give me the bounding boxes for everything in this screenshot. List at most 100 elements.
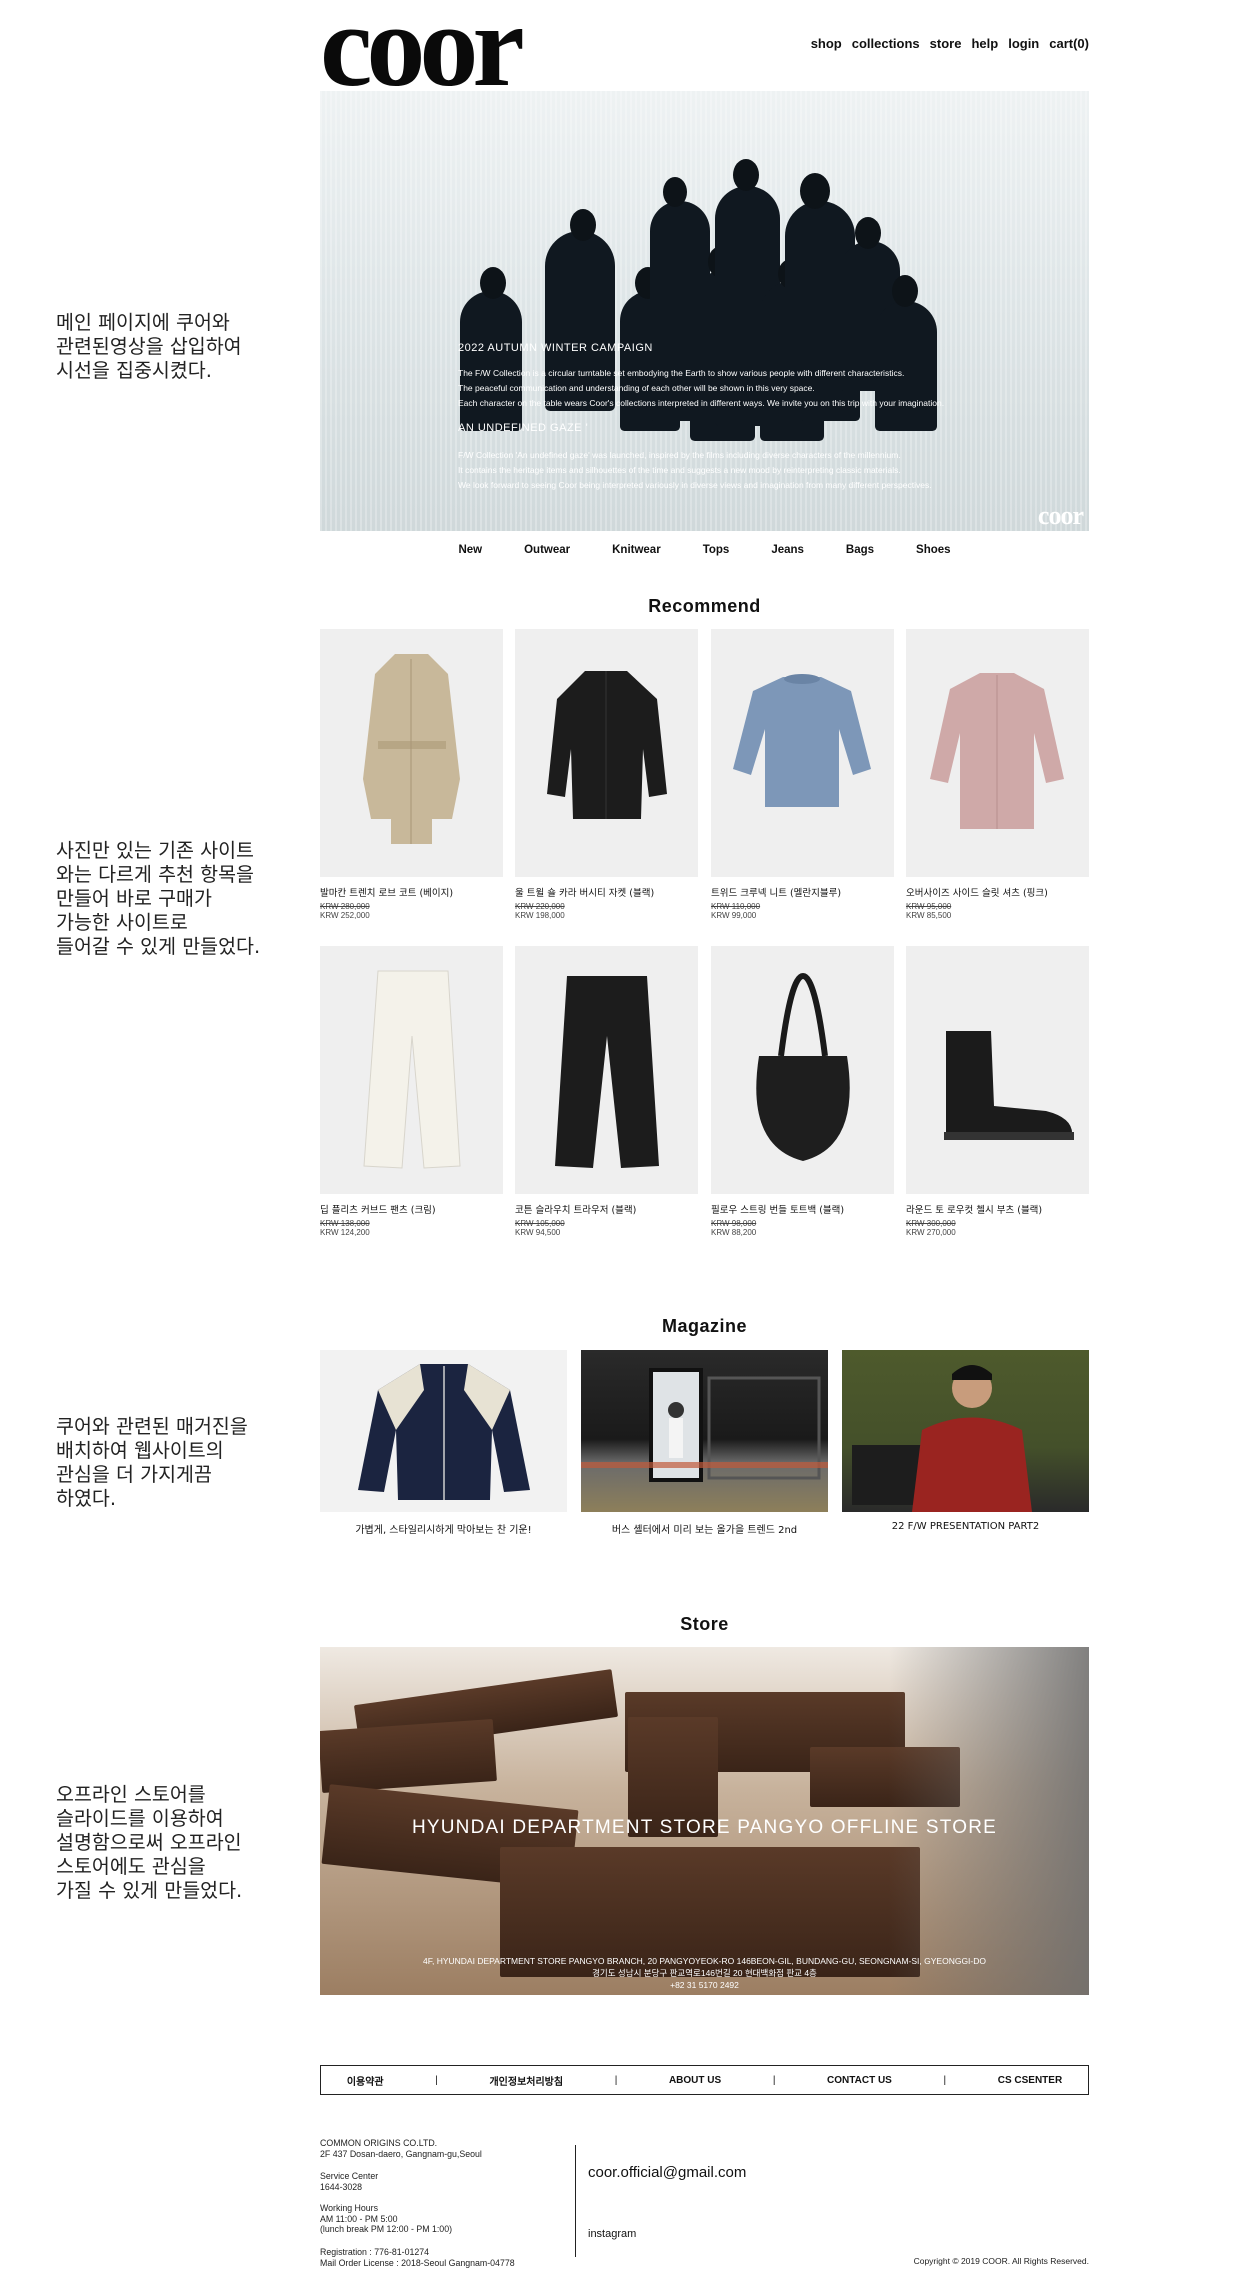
sweater-icon bbox=[733, 674, 871, 807]
product-card[interactable]: 오버사이즈 사이드 슬릿 셔츠 (핑크) KRW 95,000 KRW 85,5… bbox=[906, 629, 1089, 920]
presentation-model-icon bbox=[852, 1365, 1032, 1512]
category-new[interactable]: New bbox=[458, 544, 482, 556]
side-note-magazine: 쿠어와 관련된 매거진을 배치하여 웹사이트의 관심을 더 가지게끔 하였다. bbox=[56, 1415, 248, 1510]
product-original-price: KRW 220,000 bbox=[515, 902, 565, 911]
campaign-line: The F/W Collection is a circular turntab… bbox=[458, 368, 905, 378]
store-slide[interactable]: HYUNDAI DEPARTMENT STORE PANGYO OFFLINE … bbox=[320, 1647, 1089, 1995]
product-card[interactable]: 울 트윌 숄 카라 버시티 자켓 (블랙) KRW 220,000 KRW 19… bbox=[515, 629, 698, 920]
category-nav: New Outwear Knitwear Tops Jeans Bags Sho… bbox=[320, 544, 1089, 556]
hero-campaign-text: 2022 AUTUMN WINTER CAMPAIGN The F/W Coll… bbox=[458, 341, 944, 493]
product-card[interactable]: 트위드 크루넥 니트 (멜란지블루) KRW 110,000 KRW 99,00… bbox=[711, 629, 894, 920]
hours-value: AM 11:00 - PM 5:00 bbox=[320, 2213, 398, 2224]
nav-store[interactable]: store bbox=[930, 36, 962, 51]
footer-link-terms[interactable]: 이용약관 bbox=[347, 2073, 384, 2088]
product-image[interactable] bbox=[515, 946, 698, 1194]
boots-icon bbox=[944, 1031, 1074, 1140]
product-sale-price: KRW 124,200 bbox=[320, 1228, 370, 1237]
product-card[interactable]: 딥 플리츠 커브드 팬츠 (크림) KRW 138,000 KRW 124,20… bbox=[320, 946, 503, 1237]
product-sale-price: KRW 94,500 bbox=[515, 1228, 561, 1237]
magazine-image[interactable] bbox=[581, 1350, 828, 1512]
footer-separator: | bbox=[614, 2074, 618, 2086]
tote-bag-icon bbox=[756, 972, 850, 1161]
hero-campaign-video[interactable]: 2022 AUTUMN WINTER CAMPAIGN The F/W Coll… bbox=[320, 91, 1089, 531]
product-name[interactable]: 발마칸 트렌치 로브 코트 (베이지) bbox=[320, 885, 503, 899]
product-card[interactable]: 필로우 스트링 번들 토트백 (블랙) KRW 98,000 KRW 88,20… bbox=[711, 946, 894, 1237]
footer-copyright: Copyright © 2019 COOR. All Rights Reserv… bbox=[913, 2256, 1089, 2266]
magazine-image[interactable] bbox=[842, 1350, 1089, 1512]
product-original-price: KRW 300,000 bbox=[906, 1219, 956, 1228]
footer-service: Service Center 1644-3028 bbox=[320, 2171, 378, 2192]
product-card[interactable]: 발마칸 트렌치 로브 코트 (베이지) KRW 280,000 KRW 252,… bbox=[320, 629, 503, 920]
store-address: 4F, HYUNDAI DEPARTMENT STORE PANGYO BRAN… bbox=[320, 1955, 1089, 1991]
product-card[interactable]: 코튼 슬라우치 트라우저 (블랙) KRW 105,000 KRW 94,500 bbox=[515, 946, 698, 1237]
nav-cart[interactable]: cart(0) bbox=[1049, 36, 1089, 51]
footer-link-cs[interactable]: CS CSENTER bbox=[998, 2075, 1062, 2086]
nav-login[interactable]: login bbox=[1008, 36, 1039, 51]
company-name: COMMON ORIGINS CO.LTD. bbox=[320, 2138, 438, 2148]
magazine-caption[interactable]: 가볍게, 스타일리시하게 막아보는 찬 기운! bbox=[320, 1521, 567, 1536]
footer-divider bbox=[575, 2145, 576, 2257]
side-note-recommend: 사진만 있는 기존 사이트 와는 다르게 추천 항목을 만들어 바로 구매가 가… bbox=[56, 839, 261, 958]
product-name[interactable]: 오버사이즈 사이드 슬릿 셔츠 (핑크) bbox=[906, 885, 1089, 899]
category-bags[interactable]: Bags bbox=[846, 544, 874, 556]
bus-shelter-icon bbox=[581, 1368, 828, 1482]
recommend-title: Recommend bbox=[648, 596, 761, 616]
footer-instagram-link[interactable]: instagram bbox=[588, 2228, 636, 2240]
footer-separator: | bbox=[772, 2074, 776, 2086]
product-image[interactable] bbox=[906, 629, 1089, 877]
service-label: Service Center bbox=[320, 2171, 379, 2181]
product-sale-price: KRW 252,000 bbox=[320, 911, 370, 920]
product-original-price: KRW 98,000 bbox=[711, 1219, 757, 1228]
registration: Registration : 776-81-01274 bbox=[320, 2247, 430, 2257]
product-sale-price: KRW 99,000 bbox=[711, 911, 757, 920]
footer-separator: | bbox=[943, 2074, 947, 2086]
campaign-subtitle: AN UNDEFINED GAZE ' bbox=[458, 422, 589, 434]
footer-link-about[interactable]: ABOUT US bbox=[669, 2075, 721, 2086]
footer-link-contact[interactable]: CONTACT US bbox=[827, 2075, 892, 2086]
hours-label: Working Hours bbox=[320, 2203, 379, 2213]
magazine-card[interactable]: 22 F/W PRESENTATION PART2 bbox=[842, 1350, 1089, 1532]
product-sale-price: KRW 270,000 bbox=[906, 1228, 956, 1237]
footer-email[interactable]: coor.official@gmail.com bbox=[588, 2164, 746, 2181]
product-sale-price: KRW 198,000 bbox=[515, 911, 565, 920]
category-knitwear[interactable]: Knitwear bbox=[612, 544, 661, 556]
footer-link-privacy[interactable]: 개인정보처리방침 bbox=[489, 2073, 563, 2088]
magazine-card[interactable]: 버스 셸터에서 미리 보는 올가을 트렌드 2nd bbox=[581, 1350, 828, 1536]
wood-block bbox=[320, 1718, 497, 1794]
magazine-caption[interactable]: 버스 셸터에서 미리 보는 올가을 트렌드 2nd bbox=[581, 1521, 828, 1536]
nav-collections[interactable]: collections bbox=[852, 36, 920, 51]
store-address-en: 4F, HYUNDAI DEPARTMENT STORE PANGYO BRAN… bbox=[423, 1956, 986, 1966]
category-jeans[interactable]: Jeans bbox=[771, 544, 804, 556]
coor-logo[interactable]: coor bbox=[320, 0, 525, 105]
campaign-line: F/W Collection 'An undefined gaze' was l… bbox=[458, 450, 901, 460]
product-name[interactable]: 딥 플리츠 커브드 팬츠 (크림) bbox=[320, 1202, 503, 1216]
category-tops[interactable]: Tops bbox=[703, 544, 730, 556]
product-name[interactable]: 트위드 크루넥 니트 (멜란지블루) bbox=[711, 885, 894, 899]
product-image[interactable] bbox=[906, 946, 1089, 1194]
category-outwear[interactable]: Outwear bbox=[524, 544, 570, 556]
product-name[interactable]: 필로우 스트링 번들 토트백 (블랙) bbox=[711, 1202, 894, 1216]
nav-help[interactable]: help bbox=[971, 36, 998, 51]
product-original-price: KRW 110,000 bbox=[711, 902, 761, 911]
product-image[interactable] bbox=[711, 629, 894, 877]
magazine-caption[interactable]: 22 F/W PRESENTATION PART2 bbox=[842, 1521, 1089, 1532]
magazine-image[interactable] bbox=[320, 1350, 567, 1512]
product-name[interactable]: 코튼 슬라우치 트라우저 (블랙) bbox=[515, 1202, 698, 1216]
store-name: HYUNDAI DEPARTMENT STORE PANGYO OFFLINE … bbox=[411, 1817, 998, 1838]
product-image[interactable] bbox=[711, 946, 894, 1194]
trousers-icon bbox=[555, 976, 659, 1168]
product-image[interactable] bbox=[515, 629, 698, 877]
product-name[interactable]: 울 트윌 숄 카라 버시티 자켓 (블랙) bbox=[515, 885, 698, 899]
product-name[interactable]: 라운드 토 로우컷 첼시 부츠 (블랙) bbox=[906, 1202, 1089, 1216]
pants-icon bbox=[363, 970, 461, 1169]
product-image[interactable] bbox=[320, 946, 503, 1194]
footer-registration: Registration : 776-81-01274 Mail Order L… bbox=[320, 2247, 515, 2268]
product-original-price: KRW 280,000 bbox=[320, 902, 370, 911]
magazine-title: Magazine bbox=[661, 1316, 748, 1336]
nav-shop[interactable]: shop bbox=[811, 36, 842, 51]
magazine-card[interactable]: 가볍게, 스타일리시하게 막아보는 찬 기운! bbox=[320, 1350, 567, 1536]
category-shoes[interactable]: Shoes bbox=[916, 544, 951, 556]
product-card[interactable]: 라운드 토 로우컷 첼시 부츠 (블랙) KRW 300,000 KRW 270… bbox=[906, 946, 1089, 1237]
product-image[interactable] bbox=[320, 629, 503, 877]
product-original-price: KRW 95,000 bbox=[906, 902, 952, 911]
